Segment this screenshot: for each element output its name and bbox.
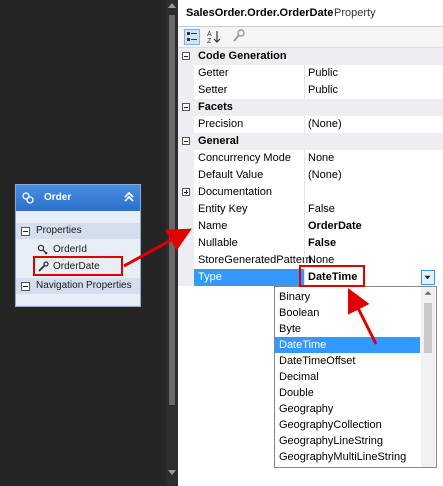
type-dropdown-list[interactable]: Binary Boolean Byte DateTime DateTimeOffset D…: [274, 286, 437, 468]
entity-icon: [22, 192, 34, 204]
property-row-nullable[interactable]: Nullable False: [178, 235, 443, 252]
property-value[interactable]: None: [308, 152, 334, 164]
category-label: Code Generation: [198, 50, 287, 62]
scroll-up-arrow-icon[interactable]: [168, 3, 176, 8]
option-label: Binary: [279, 291, 311, 303]
property-value[interactable]: Public: [308, 84, 338, 96]
category-facets[interactable]: Facets: [178, 99, 443, 116]
property-label: OrderId: [53, 244, 87, 255]
selected-object-kind: Property: [334, 7, 376, 19]
alphabetical-icon[interactable]: A Z: [206, 29, 222, 45]
property-name: Name: [198, 220, 228, 232]
option-label: DateTime: [279, 339, 327, 351]
scroll-thumb[interactable]: [169, 15, 175, 405]
collapse-box-icon[interactable]: [21, 282, 30, 291]
type-option[interactable]: Binary: [275, 289, 420, 305]
type-option[interactable]: Byte: [275, 321, 420, 337]
combobox-dropdown-button[interactable]: [421, 270, 435, 285]
collapse-box-icon[interactable]: [182, 103, 190, 111]
entity-name: Order: [44, 192, 72, 203]
entity-designer-canvas[interactable]: Order Properties OrderId OrderDate Navig…: [0, 0, 166, 486]
property-name: Concurrency Mode: [198, 152, 291, 164]
dropdown-scrollbar[interactable]: [421, 287, 435, 467]
svg-text:A: A: [207, 31, 212, 38]
category-general[interactable]: General: [178, 133, 443, 150]
property-name: Documentation: [198, 186, 272, 198]
type-option[interactable]: GeographyCollection: [275, 417, 420, 433]
collapse-box-icon[interactable]: [182, 137, 190, 145]
category-label: General: [198, 135, 239, 147]
property-value[interactable]: False: [308, 237, 336, 249]
properties-section[interactable]: Properties: [16, 223, 140, 239]
property-pages-icon[interactable]: [232, 29, 248, 45]
property-row-name[interactable]: Name OrderDate: [178, 218, 443, 235]
entity-shape-order[interactable]: Order Properties OrderId OrderDate Navig…: [15, 184, 141, 307]
collapse-box-icon[interactable]: [182, 52, 190, 60]
option-label: GeographyMultiLineString: [279, 451, 407, 463]
scroll-thumb[interactable]: [424, 303, 432, 353]
collapse-box-icon[interactable]: [21, 227, 30, 236]
category-label: Facets: [198, 101, 233, 113]
property-row-entity-key[interactable]: Entity Key False: [178, 201, 443, 218]
property-value[interactable]: OrderDate: [308, 220, 362, 232]
section-label: Navigation Properties: [36, 280, 132, 291]
property-name: Type: [198, 271, 222, 283]
property-row-documentation[interactable]: Documentation: [178, 184, 443, 201]
property-row-setter[interactable]: Setter Public: [178, 82, 443, 99]
properties-window: SalesOrder.Order.OrderDate Property A Z: [178, 0, 443, 486]
property-name: StoreGeneratedPattern: [198, 254, 312, 266]
option-label: Byte: [279, 323, 302, 335]
property-name: Nullable: [198, 237, 238, 249]
entity-header[interactable]: Order: [16, 185, 140, 211]
property-row-default-value[interactable]: Default Value (None): [178, 167, 443, 184]
selected-object-name: SalesOrder.Order.OrderDate: [186, 7, 334, 19]
type-option[interactable]: Decimal: [275, 369, 420, 385]
type-option[interactable]: DateTimeOffset: [275, 353, 420, 369]
annotation-box-orderdate: [33, 256, 123, 276]
property-value[interactable]: False: [308, 203, 335, 215]
option-label: Boolean: [279, 307, 320, 319]
properties-toolbar: A Z: [178, 27, 443, 48]
property-value[interactable]: (None): [308, 118, 342, 130]
type-option[interactable]: GeographyLineString: [275, 433, 420, 449]
scroll-down-arrow-icon[interactable]: [168, 470, 176, 475]
property-value[interactable]: (None): [308, 169, 342, 181]
scroll-up-arrow-icon[interactable]: [421, 287, 435, 299]
collapse-chevron-icon[interactable]: [122, 190, 136, 204]
option-label: DateTimeOffset: [279, 355, 356, 367]
navigation-properties-section[interactable]: Navigation Properties: [16, 278, 140, 294]
designer-vertical-scrollbar[interactable]: [166, 0, 178, 486]
option-label: Decimal: [279, 371, 319, 383]
property-row-getter[interactable]: Getter Public: [178, 65, 443, 82]
property-name: Default Value: [198, 169, 264, 181]
expand-box-icon[interactable]: [182, 188, 190, 196]
chevron-down-icon: [424, 275, 431, 280]
property-row-concurrency-mode[interactable]: Concurrency Mode None: [178, 150, 443, 167]
type-option[interactable]: GeographyMultiLineString: [275, 449, 420, 465]
option-label: Geography: [279, 403, 334, 415]
type-option[interactable]: Geography: [275, 401, 420, 417]
property-row-precision[interactable]: Precision (None): [178, 116, 443, 133]
properties-object-selector[interactable]: SalesOrder.Order.OrderDate Property: [178, 0, 443, 27]
key-icon: [37, 244, 48, 255]
section-label: Properties: [36, 225, 82, 236]
property-name: Precision: [198, 118, 244, 130]
option-label: GeographyCollection: [279, 419, 382, 431]
type-option[interactable]: Boolean: [275, 305, 420, 321]
categorized-icon[interactable]: [184, 29, 200, 45]
type-option[interactable]: Double: [275, 385, 420, 401]
category-code-generation[interactable]: Code Generation: [178, 48, 443, 65]
property-value[interactable]: Public: [308, 67, 338, 79]
property-name: Setter: [198, 84, 228, 96]
option-label: GeographyLineString: [279, 435, 383, 447]
property-name: Entity Key: [198, 203, 248, 215]
type-option[interactable]: DateTime: [275, 337, 420, 353]
svg-text:Z: Z: [207, 38, 212, 45]
option-label: Double: [279, 387, 314, 399]
property-name: Getter: [198, 67, 229, 79]
annotation-box-datetime: [299, 265, 365, 287]
